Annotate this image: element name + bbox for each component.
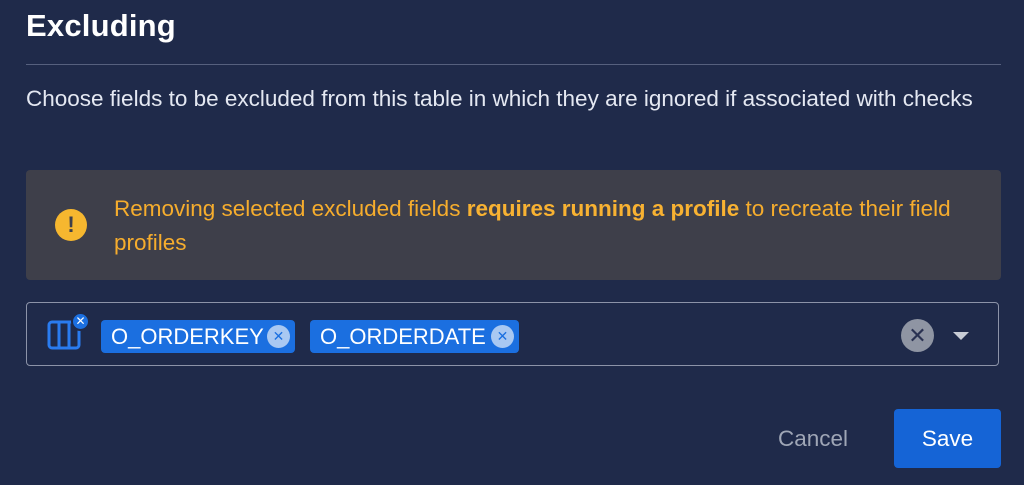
warning-text-bold: requires running a profile (466, 196, 740, 221)
dialog-title: Excluding (26, 8, 176, 43)
warning-text-before: Removing selected excluded fields (114, 196, 467, 221)
field-chip[interactable]: O_ORDERKEY ✕ (101, 320, 295, 353)
cancel-button[interactable]: Cancel (760, 410, 866, 468)
chip-remove-icon[interactable]: ✕ (491, 325, 514, 348)
warning-banner: ! Removing selected excluded fields requ… (26, 170, 1001, 280)
warning-message: Removing selected excluded fields requir… (114, 192, 984, 260)
field-chip-label: O_ORDERKEY (111, 324, 264, 349)
excluded-fields-select[interactable]: ✕ O_ORDERKEY ✕ O_ORDERDATE ✕ ✕ (26, 302, 999, 366)
dropdown-caret-icon[interactable] (953, 332, 969, 340)
dialog-description: Choose fields to be excluded from this t… (26, 86, 973, 111)
field-chip[interactable]: O_ORDERDATE ✕ (310, 320, 519, 353)
warning-circle-icon: ! (55, 209, 87, 241)
title-divider (26, 64, 1001, 65)
field-chip-label: O_ORDERDATE (320, 324, 486, 349)
clear-all-icon[interactable]: ✕ (901, 319, 934, 352)
chip-remove-icon[interactable]: ✕ (267, 325, 290, 348)
clear-columns-badge-icon[interactable]: ✕ (71, 312, 90, 331)
excluding-dialog: Excluding Choose fields to be excluded f… (0, 0, 1024, 485)
save-button[interactable]: Save (894, 409, 1001, 468)
